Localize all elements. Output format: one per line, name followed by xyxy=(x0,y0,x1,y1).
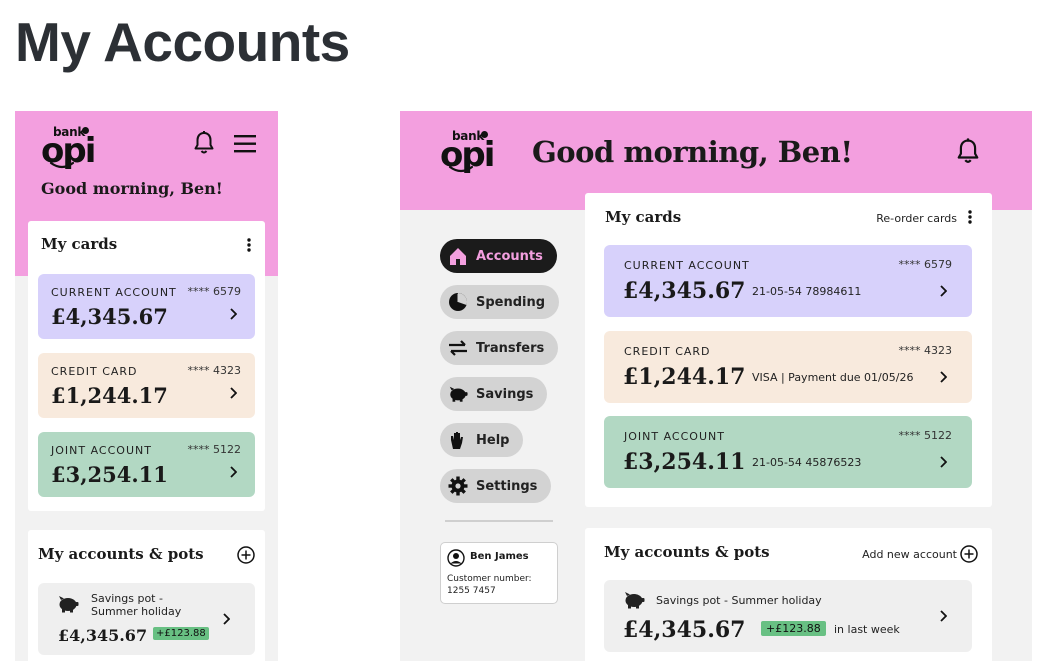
bank-opi-logo[interactable]: bank opi xyxy=(440,129,495,177)
my-cards-section: My cards Re-order cards CURRENT ACCOUNT … xyxy=(585,193,992,507)
account-balance: £4,345.67 xyxy=(623,278,746,304)
chevron-right-icon xyxy=(230,387,237,399)
add-new-account-link[interactable]: Add new account xyxy=(862,548,957,561)
accounts-pots-section: My accounts & pots Add new account Savin… xyxy=(585,528,992,661)
kebab-menu-icon[interactable] xyxy=(968,210,972,224)
pot-change-period: in last week xyxy=(834,623,900,636)
nav-label: Accounts xyxy=(476,248,543,264)
add-circle-icon[interactable] xyxy=(237,546,255,564)
nav-help[interactable]: Help xyxy=(440,423,524,457)
account-number: **** 4323 xyxy=(187,364,242,377)
nav-label: Savings xyxy=(476,386,534,402)
nav-label: Spending xyxy=(476,294,546,310)
current-account-card[interactable]: CURRENT ACCOUNT **** 6579 £4,345.67 21-0… xyxy=(604,245,972,317)
profile-card[interactable]: Ben James Customer number: 1255 7457 xyxy=(440,542,558,604)
chevron-right-icon xyxy=(230,466,237,478)
chevron-right-icon xyxy=(940,456,947,468)
account-type: CURRENT ACCOUNT xyxy=(624,259,750,272)
nav-transfers[interactable]: Transfers xyxy=(440,331,559,365)
joint-account-card[interactable]: JOINT ACCOUNT **** 5122 £3,254.11 xyxy=(38,432,255,497)
pot-balance: £4,345.67 xyxy=(623,617,746,643)
piggy-bank-icon xyxy=(448,384,468,404)
my-cards-section: My cards CURRENT ACCOUNT **** 6579 £4,34… xyxy=(28,221,265,511)
hand-icon xyxy=(448,430,468,450)
bell-icon[interactable] xyxy=(956,138,980,165)
customer-number-value: 1255 7457 xyxy=(447,586,496,596)
account-number: **** 6579 xyxy=(187,285,242,298)
account-number: **** 4323 xyxy=(898,344,953,357)
joint-account-card[interactable]: JOINT ACCOUNT **** 5122 £3,254.11 21-05-… xyxy=(604,416,972,488)
accounts-pots-heading: My accounts & pots xyxy=(604,543,770,561)
pot-name: Savings pot - Summer holiday xyxy=(91,592,182,618)
hamburger-menu-icon[interactable] xyxy=(234,135,256,153)
current-account-card[interactable]: CURRENT ACCOUNT **** 6579 £4,345.67 xyxy=(38,274,255,339)
logo-smile-icon xyxy=(448,165,474,173)
pot-change-badge: +£123.88 xyxy=(153,627,209,640)
user-avatar-icon xyxy=(447,549,465,567)
account-number: **** 5122 xyxy=(187,443,242,456)
add-circle-icon[interactable] xyxy=(960,545,978,563)
account-type: JOINT ACCOUNT xyxy=(624,430,725,443)
nav-settings[interactable]: Settings xyxy=(440,469,552,503)
account-detail: VISA | Payment due 01/05/26 xyxy=(752,371,914,384)
nav-divider xyxy=(445,520,553,522)
account-detail: 21-05-54 78984611 xyxy=(752,285,862,298)
piggy-bank-icon xyxy=(625,592,645,609)
customer-number-label: Customer number: xyxy=(447,574,532,584)
greeting: Good morning, Ben! xyxy=(532,135,853,169)
chevron-right-icon xyxy=(223,613,230,625)
nav-label: Settings xyxy=(476,478,538,494)
logo-smile-icon xyxy=(49,161,75,169)
chevron-right-icon xyxy=(940,610,947,622)
nav-accounts[interactable]: Accounts xyxy=(440,239,557,273)
nav-savings[interactable]: Savings xyxy=(440,377,548,411)
my-cards-heading: My cards xyxy=(605,208,682,226)
account-number: **** 6579 xyxy=(898,258,953,271)
desktop-view: bank opi Good morning, Ben! Accounts Spe… xyxy=(400,111,1032,661)
nav-spending[interactable]: Spending xyxy=(440,285,560,319)
chevron-right-icon xyxy=(230,308,237,320)
account-number: **** 5122 xyxy=(898,429,953,442)
transfer-arrows-icon xyxy=(448,338,468,358)
account-balance: £3,254.11 xyxy=(51,462,168,487)
bank-opi-logo[interactable]: bank opi xyxy=(41,125,96,173)
customer-number: Customer number: 1255 7457 xyxy=(447,573,532,597)
piggy-bank-icon xyxy=(59,596,79,613)
mobile-view: bank opi Good morning, Ben! My cards CUR… xyxy=(15,111,278,661)
kebab-menu-icon[interactable] xyxy=(247,238,251,252)
chevron-right-icon xyxy=(940,371,947,383)
page-title: My Accounts xyxy=(15,11,350,73)
account-type: JOINT ACCOUNT xyxy=(51,444,152,457)
account-balance: £1,244.17 xyxy=(51,383,168,408)
profile-name: Ben James xyxy=(470,551,529,562)
savings-pot-item[interactable]: Savings pot - Summer holiday £4,345.67 +… xyxy=(604,580,972,652)
pot-name: Savings pot - Summer holiday xyxy=(656,594,822,607)
nav-label: Transfers xyxy=(476,340,545,356)
pie-chart-icon xyxy=(448,292,468,312)
reorder-cards-link[interactable]: Re-order cards xyxy=(876,212,957,225)
account-balance: £3,254.11 xyxy=(623,449,746,475)
credit-card-card[interactable]: CREDIT CARD **** 4323 £1,244.17 xyxy=(38,353,255,418)
bell-icon[interactable] xyxy=(193,131,215,155)
greeting: Good morning, Ben! xyxy=(41,179,223,198)
gear-icon xyxy=(448,476,468,496)
account-type: CREDIT CARD xyxy=(624,345,711,358)
pot-change-badge: +£123.88 xyxy=(761,621,826,636)
chevron-right-icon xyxy=(940,285,947,297)
savings-pot-item[interactable]: Savings pot - Summer holiday £4,345.67 +… xyxy=(38,583,255,655)
nav-label: Help xyxy=(476,432,510,448)
pot-balance: £4,345.67 xyxy=(58,626,148,645)
account-type: CURRENT ACCOUNT xyxy=(51,286,177,299)
account-balance: £4,345.67 xyxy=(51,304,168,329)
account-balance: £1,244.17 xyxy=(623,364,746,390)
accounts-pots-section: My accounts & pots Savings pot - Summer … xyxy=(28,530,265,661)
my-cards-heading: My cards xyxy=(41,235,118,253)
accounts-pots-heading: My accounts & pots xyxy=(38,545,204,563)
credit-card-card[interactable]: CREDIT CARD **** 4323 £1,244.17 VISA | P… xyxy=(604,331,972,403)
account-detail: 21-05-54 45876523 xyxy=(752,456,862,469)
account-type: CREDIT CARD xyxy=(51,365,138,378)
home-icon xyxy=(448,246,468,266)
